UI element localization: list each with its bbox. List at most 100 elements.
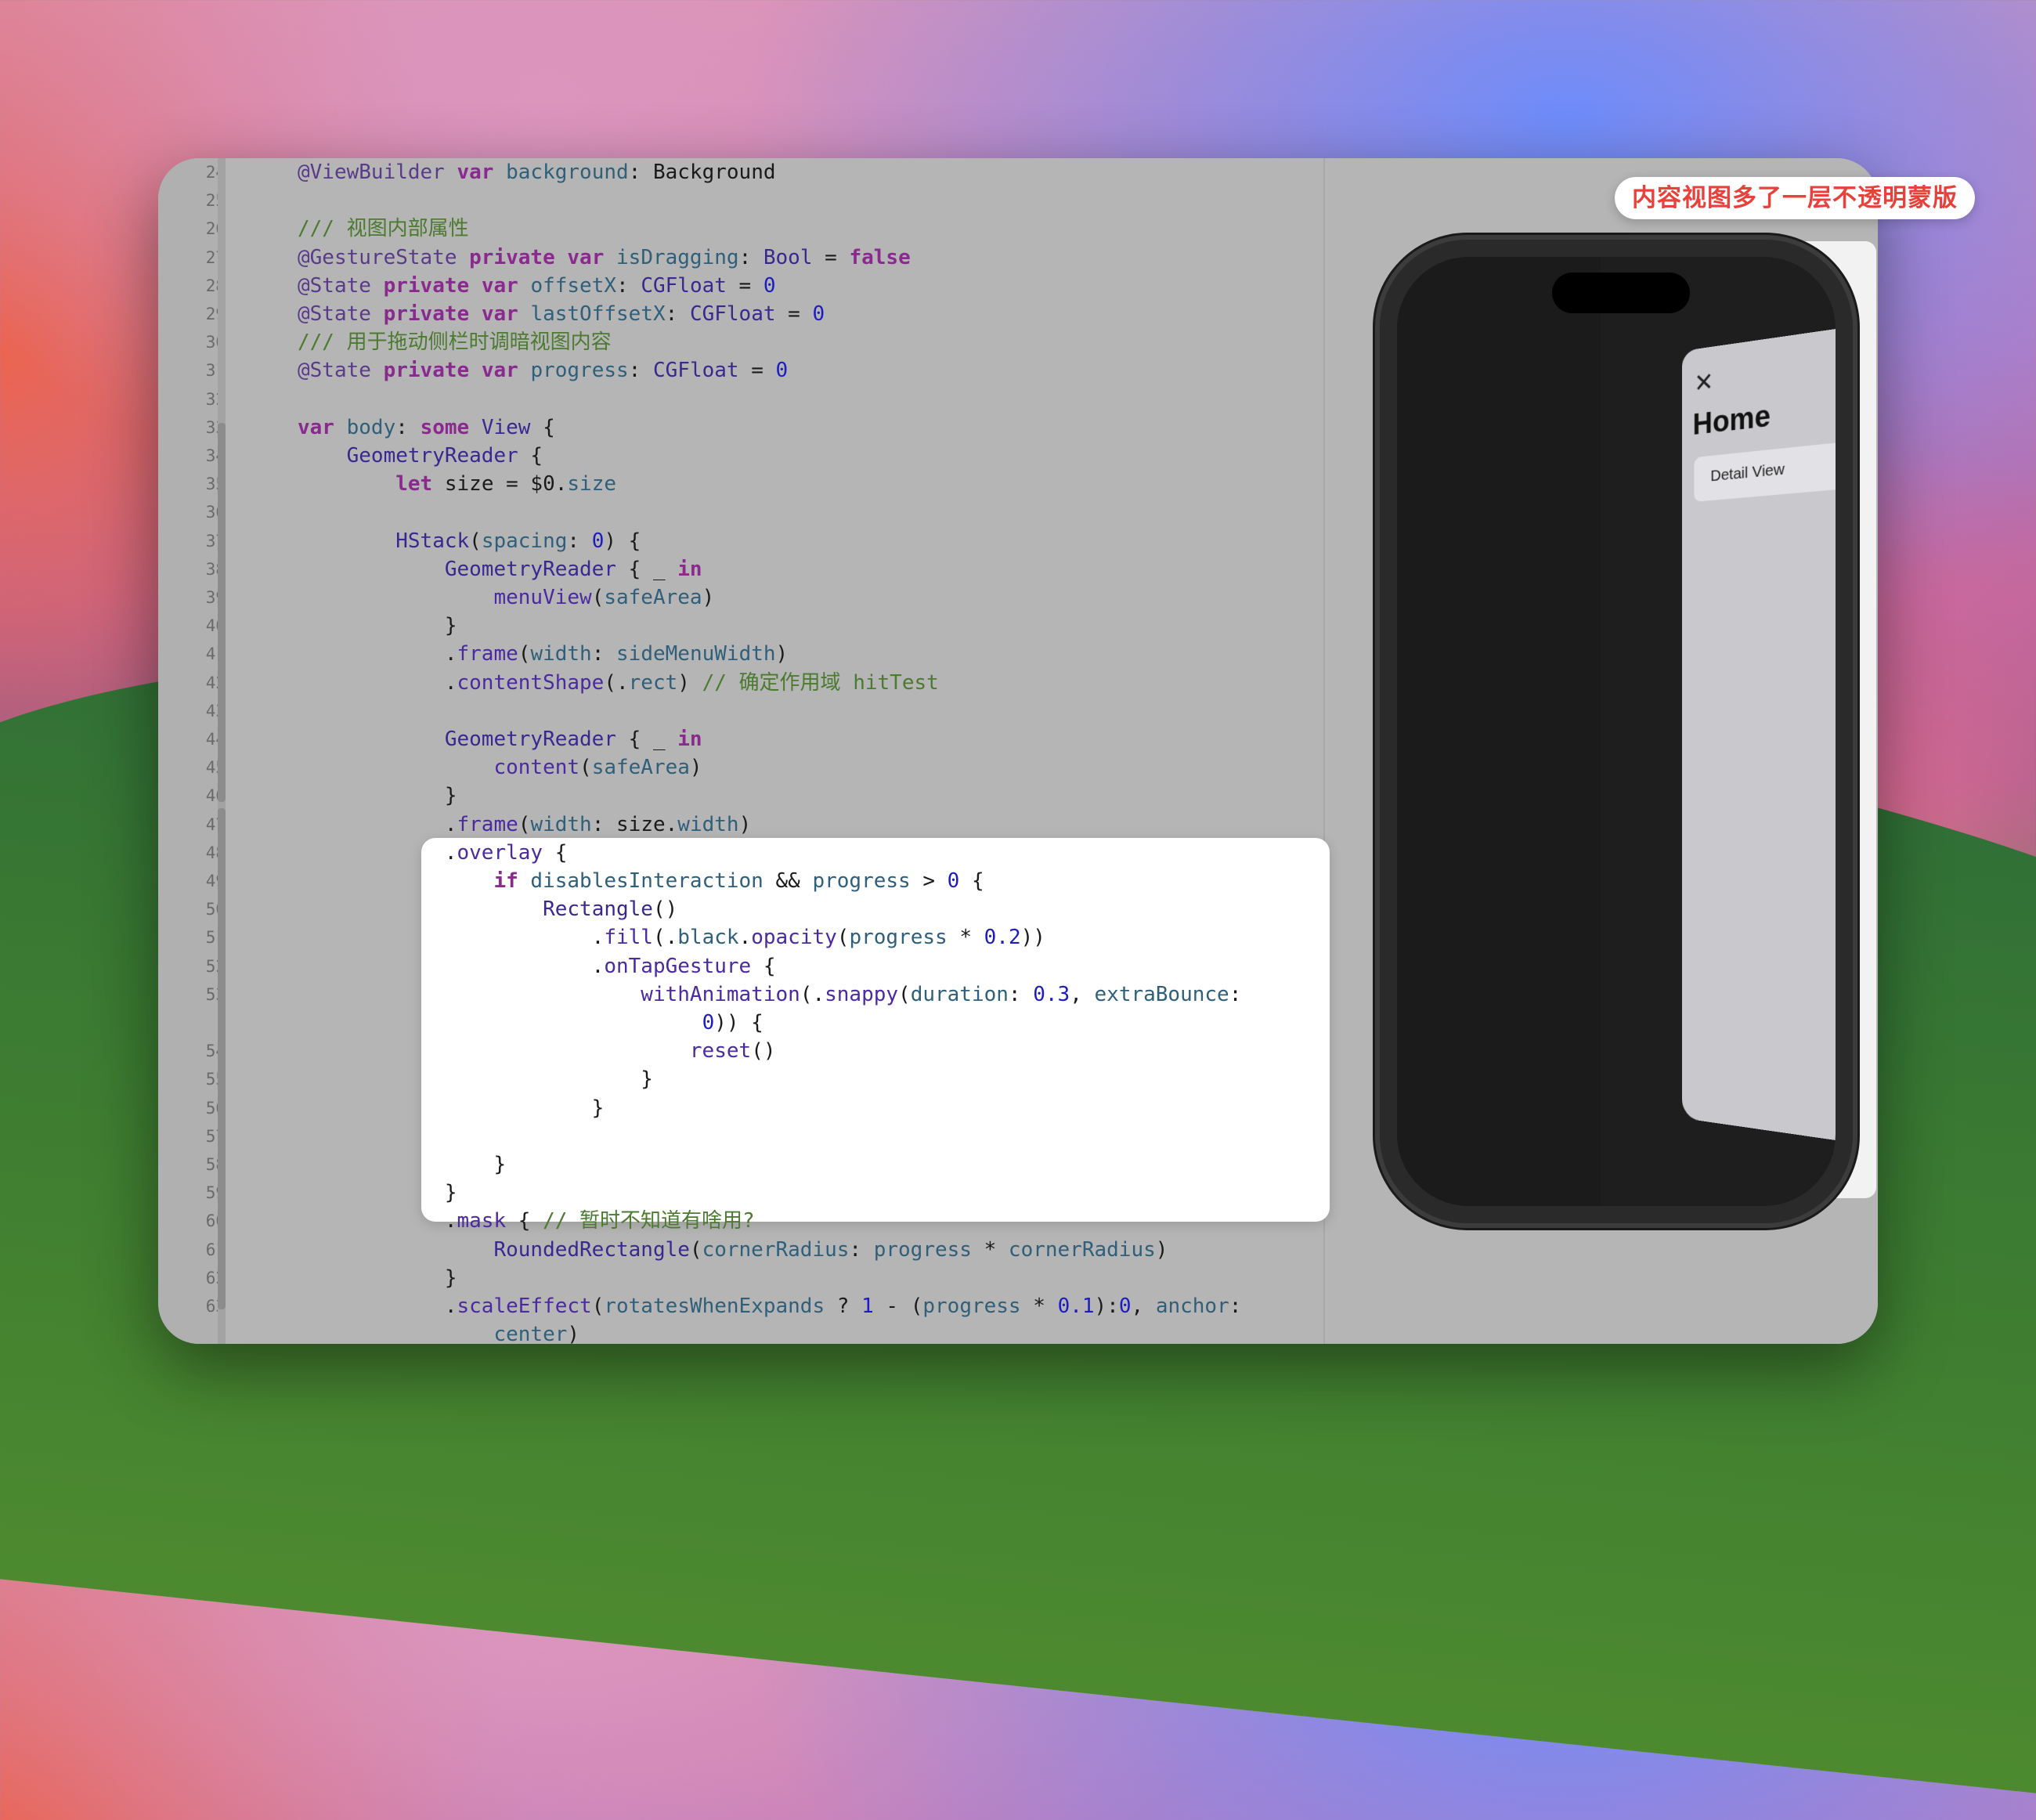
- code-token: *: [971, 1237, 1009, 1262]
- code-token: var: [298, 415, 334, 439]
- code-token: View: [481, 415, 531, 439]
- code-line[interactable]: if disablesInteraction && progress > 0 {: [298, 867, 984, 895]
- code-token: width: [530, 642, 592, 666]
- code-line[interactable]: /// 视图内部属性: [298, 215, 469, 243]
- code-token: >: [910, 869, 948, 893]
- code-token: :: [849, 1237, 874, 1262]
- code-line[interactable]: @State private var lastOffsetX: CGFloat …: [298, 300, 825, 328]
- code-line[interactable]: HStack(spacing: 0) {: [298, 527, 641, 555]
- code-line[interactable]: @State private var progress: CGFloat = 0: [298, 356, 788, 385]
- code-line[interactable]: .scaleEffect(rotatesWhenExpands ? 1 - (p…: [298, 1292, 1242, 1320]
- code-token: @State: [298, 273, 371, 298]
- code-line[interactable]: .overlay {: [298, 839, 568, 867]
- home-title: Home: [1692, 399, 1771, 442]
- code-token: private: [383, 359, 470, 383]
- code-token: width: [677, 812, 739, 836]
- code-line[interactable]: }: [298, 1264, 457, 1292]
- code-token: .: [298, 812, 457, 836]
- code-token: duration: [910, 982, 1009, 1006]
- code-token: menuView: [493, 586, 592, 609]
- code-line[interactable]: .frame(width: sideMenuWidth): [298, 640, 788, 668]
- code-line[interactable]: center): [298, 1320, 579, 1344]
- code-token: {: [530, 415, 555, 439]
- content-view[interactable]: ✕ Home Detail View: [1681, 327, 1836, 1142]
- code-token: 0: [812, 302, 825, 326]
- annotation-badge: 内容视图多了一层不透明蒙版: [1615, 177, 1975, 219]
- code-token: &&: [763, 869, 813, 893]
- code-line[interactable]: GeometryReader {: [298, 442, 543, 470]
- code-line[interactable]: @GestureState private var isDragging: Bo…: [298, 244, 911, 272]
- code-token: 0: [591, 529, 605, 553]
- code-line[interactable]: let size = $0.size: [298, 470, 616, 498]
- code-token: CGFloat: [689, 302, 776, 326]
- code-token: *: [1020, 1295, 1058, 1318]
- code-token: ): [738, 812, 752, 836]
- code-line[interactable]: 0)) {: [298, 1009, 764, 1037]
- code-token: mask: [457, 1209, 507, 1233]
- code-editor[interactable]: 24 25 26 27 28 29 30 31 32 33 34 35 36 37 38 39 40 41 42 43…: [158, 158, 1330, 1344]
- close-icon[interactable]: ✕: [1694, 367, 1713, 399]
- code-line[interactable]: .frame(width: size.width): [298, 811, 751, 839]
- code-token: onTapGesture: [604, 954, 752, 978]
- code-token: isDragging: [616, 245, 739, 269]
- code-token: (: [518, 812, 531, 836]
- code-token: opacity: [751, 926, 837, 950]
- code-line[interactable]: content(safeArea): [298, 753, 702, 782]
- fold-segment[interactable]: [218, 531, 226, 775]
- code-token: : Background: [628, 161, 776, 184]
- code-line[interactable]: GeometryReader { _ in: [298, 725, 702, 753]
- code-token: {: [543, 840, 568, 865]
- code-line[interactable]: }: [298, 1179, 457, 1207]
- code-token: {: [506, 1209, 543, 1233]
- code-line[interactable]: }: [298, 1065, 653, 1093]
- code-token: @State: [298, 302, 371, 326]
- side-menu-area[interactable]: [1397, 257, 1601, 1206]
- code-token: }: [298, 1096, 605, 1120]
- code-token: : size.: [591, 812, 678, 836]
- code-line[interactable]: .onTapGesture {: [298, 952, 776, 980]
- code-line[interactable]: }: [298, 1150, 506, 1179]
- code-line[interactable]: .fill(.black.opacity(progress * 0.2)): [298, 923, 1045, 952]
- code-line[interactable]: @ViewBuilder var background: Background: [298, 158, 776, 186]
- code-token: let: [395, 472, 433, 497]
- code-token: Bool: [763, 245, 813, 269]
- code-token: (: [898, 982, 911, 1006]
- code-token: width: [530, 812, 592, 836]
- code-line[interactable]: /// 用于拖动侧栏时调暗视图内容: [298, 328, 612, 356]
- code-line[interactable]: RoundedRectangle(cornerRadius: progress …: [298, 1236, 1168, 1264]
- code-line[interactable]: .contentShape(.rect) // 确定作用域 hitTest: [298, 669, 939, 697]
- code-line[interactable]: GeometryReader { _ in: [298, 555, 702, 583]
- code-token: false: [849, 245, 911, 269]
- code-token: extraBounce: [1094, 982, 1229, 1006]
- code-token: GeometryReader: [346, 444, 518, 468]
- code-token: :: [665, 302, 690, 326]
- code-line[interactable]: }: [298, 1094, 605, 1122]
- code-token: contentShape: [457, 670, 605, 695]
- code-token: // 暂时不知道有啥用?: [543, 1209, 755, 1233]
- code-line[interactable]: .mask { // 暂时不知道有啥用?: [298, 1207, 755, 1235]
- code-line[interactable]: reset(): [298, 1037, 776, 1065]
- code-token: if: [493, 869, 518, 893]
- code-line[interactable]: var body: some View {: [298, 413, 555, 442]
- code-line[interactable]: @State private var offsetX: CGFloat = 0: [298, 272, 776, 300]
- code-line[interactable]: Rectangle(): [298, 895, 677, 923]
- code-token: reset: [689, 1039, 752, 1063]
- code-line[interactable]: }: [298, 612, 457, 640]
- code-line[interactable]: }: [298, 782, 457, 810]
- code-line[interactable]: withAnimation(.snappy(duration: 0.3, ext…: [298, 980, 1241, 1009]
- fold-segment[interactable]: [218, 808, 226, 1309]
- code-token: size: [567, 472, 617, 497]
- code-token: (: [469, 529, 482, 553]
- detail-view-row[interactable]: Detail View: [1694, 442, 1836, 502]
- code-token: lastOffsetX: [530, 302, 666, 326]
- code-line[interactable]: menuView(safeArea): [298, 583, 714, 612]
- code-token: var: [481, 302, 518, 326]
